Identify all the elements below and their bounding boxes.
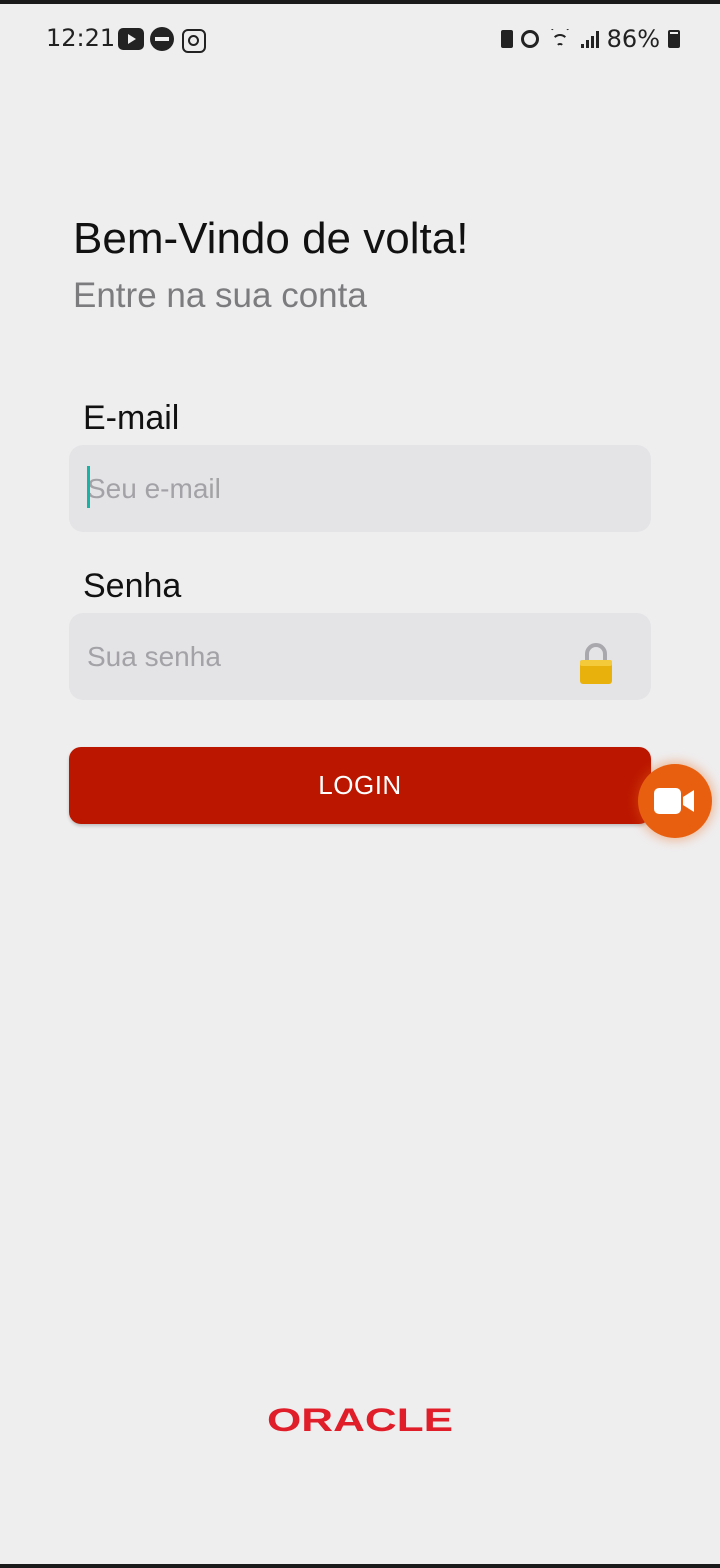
alarm-icon xyxy=(520,30,539,48)
email-field-box xyxy=(69,445,651,532)
email-field[interactable] xyxy=(69,445,651,532)
text-cursor xyxy=(87,466,90,508)
login-button[interactable]: LOGIN xyxy=(69,747,651,824)
bottom-frame-edge xyxy=(0,1564,720,1568)
youtube-icon xyxy=(118,28,144,50)
status-time: 12:21 xyxy=(46,24,116,52)
instagram-icon xyxy=(182,29,206,53)
welcome-title: Bem-Vindo de volta! xyxy=(73,214,469,263)
lock-icon xyxy=(580,643,612,684)
signal-icon xyxy=(580,30,599,48)
do-not-disturb-icon xyxy=(150,27,174,51)
password-label: Senha xyxy=(83,567,182,605)
logo-text: ORACLE xyxy=(267,1402,453,1436)
welcome-subtitle: Entre na sua conta xyxy=(73,276,367,315)
password-field-box xyxy=(69,613,651,700)
password-field[interactable] xyxy=(69,613,651,700)
floating-video-button[interactable] xyxy=(638,764,712,838)
battery-icon xyxy=(668,30,680,48)
email-label: E-mail xyxy=(83,399,180,437)
status-bar: 12:21 86% xyxy=(0,4,720,68)
oracle-logo: ORACLE xyxy=(267,1402,453,1436)
status-right-group: 86% xyxy=(500,24,680,54)
battery-saver-icon xyxy=(500,30,513,48)
wifi-icon xyxy=(547,29,573,49)
battery-percent: 86% xyxy=(606,25,660,53)
video-camera-icon xyxy=(654,788,694,814)
